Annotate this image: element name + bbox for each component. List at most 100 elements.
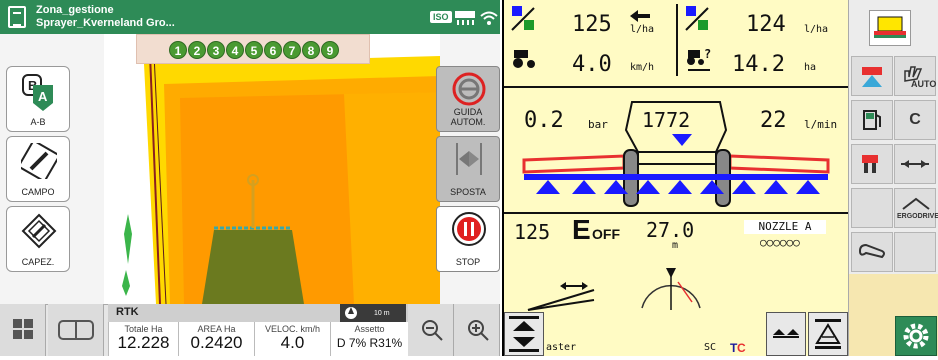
section-indicator[interactable]: 8 — [302, 41, 320, 59]
boom-settings-button[interactable] — [894, 144, 936, 184]
field-icon — [21, 143, 57, 179]
ergodrive-button[interactable]: ERGODRIVE — [894, 188, 938, 228]
section-indicator[interactable]: 6 — [264, 41, 282, 59]
grid-icon — [13, 319, 33, 339]
speed-unit: km/h — [630, 62, 655, 73]
boom-fold-button[interactable] — [766, 312, 806, 356]
shift-button[interactable]: SPOSTA — [436, 136, 500, 202]
rate-target-icon — [511, 6, 535, 31]
service-button[interactable] — [851, 232, 893, 272]
rate-actual-unit: l/ha — [804, 24, 829, 35]
area-ha-value: 0.2420 — [190, 333, 243, 352]
empty-softkey[interactable] — [894, 232, 936, 272]
tc-logo-icon: T C — [730, 341, 746, 354]
auto-steer-label: GUIDA AUTOM. — [450, 107, 486, 127]
tractor-icon — [862, 155, 878, 173]
settings-icon — [903, 323, 929, 349]
spray-pattern-button[interactable] — [808, 312, 848, 356]
area-ha-stat: AREA Ha 0.2420 — [178, 322, 254, 356]
shift-label: SPOSTA — [450, 187, 486, 197]
total-ha-stat: Totale Ha 12.228 — [108, 322, 178, 356]
boom-tilt-icon — [527, 282, 595, 311]
speed-display: 4.0 — [572, 52, 612, 77]
boom-icon — [901, 160, 929, 168]
scale-label: 10 m — [374, 310, 390, 317]
tractor-speed-icon — [513, 50, 535, 68]
wrench-icon — [858, 243, 885, 259]
section-indicator[interactable]: 5 — [245, 41, 263, 59]
speed-value: 4.0 — [280, 333, 305, 352]
tractor-button[interactable] — [851, 144, 893, 184]
cycle-button[interactable]: C — [894, 100, 936, 140]
svg-text:?: ? — [704, 47, 711, 61]
level-gauge-icon — [641, 268, 701, 310]
grid-view-button[interactable] — [0, 304, 46, 356]
fuel-button[interactable] — [851, 100, 893, 140]
rate-set-value: 125 — [514, 220, 551, 244]
height-unit: m — [672, 240, 679, 251]
split-view-icon — [58, 320, 94, 340]
rate-target-unit: l/ha — [630, 24, 655, 35]
area-display: 14.2 — [732, 52, 785, 77]
spray-auto-icon — [862, 67, 882, 87]
steering-wheel-icon — [452, 72, 486, 106]
iso-badge: ISO — [430, 11, 452, 23]
top-bar: Zona_gestione Sprayer_Kverneland Gro... … — [0, 0, 500, 34]
field-map[interactable] — [104, 34, 440, 304]
section-indicator[interactable]: 7 — [283, 41, 301, 59]
status-code: SC — [704, 342, 717, 353]
rate-actual-icon — [685, 6, 709, 31]
field-label: CAMPO — [21, 187, 55, 197]
svg-text:A: A — [38, 89, 48, 104]
scroll-control[interactable] — [504, 312, 544, 356]
sprayer-implement-icon — [874, 16, 906, 38]
rtk-status: RTK — [116, 306, 139, 318]
auto-steer-button[interactable]: GUIDA AUTOM. — [436, 66, 500, 132]
implement-selector[interactable] — [869, 10, 911, 46]
area-counter-icon: ? — [687, 47, 711, 71]
section-indicator[interactable]: 1 — [169, 41, 187, 59]
divider — [504, 86, 848, 88]
section-indicator[interactable]: 3 — [207, 41, 225, 59]
up-down-arrows-icon — [509, 316, 539, 352]
area-unit: ha — [804, 62, 817, 73]
divider — [676, 4, 678, 76]
document-icon[interactable] — [8, 6, 26, 28]
headland-icon — [21, 213, 57, 249]
zone-title: Zona_gestione — [36, 4, 114, 16]
mode-state: OFF — [592, 226, 620, 242]
status-line: aster — [546, 342, 577, 353]
auto-section-button[interactable] — [851, 56, 893, 96]
ergodrive-icon — [902, 197, 930, 210]
ab-line-label: A-B — [30, 117, 46, 127]
headland-button[interactable]: CAPEZ. — [6, 206, 70, 272]
nozzle-dots: ○○○○○○ — [760, 236, 800, 249]
split-view-button[interactable] — [48, 304, 104, 356]
fuel-icon — [863, 110, 881, 130]
section-indicator[interactable]: 4 — [226, 41, 244, 59]
mode-letter: E — [572, 214, 591, 245]
nozzle-label[interactable]: NOZZLE A — [744, 220, 826, 234]
stop-button[interactable]: STOP — [436, 206, 500, 272]
divider — [504, 212, 848, 214]
zoom-in-button[interactable] — [454, 304, 500, 356]
zoom-out-button[interactable] — [408, 304, 454, 356]
auto-mode-button[interactable]: AUTO — [894, 56, 936, 96]
section-indicator[interactable]: 9 — [321, 41, 339, 59]
soft-key-sidebar: AUTO C ERGODRIVE — [848, 0, 938, 356]
empty-softkey[interactable] — [851, 188, 893, 228]
ergodrive-label: ERGODRIVE — [897, 213, 938, 220]
section-indicator[interactable]: 2 — [188, 41, 206, 59]
height-value: 27.0 — [646, 218, 695, 242]
guidance-panel: Zona_gestione Sprayer_Kverneland Gro... … — [0, 0, 500, 356]
rtk-bar: RTK 10 m — [108, 304, 408, 322]
field-button[interactable]: CAMPO — [6, 136, 70, 202]
svg-text:C: C — [737, 341, 746, 354]
zoom-in-icon — [468, 320, 489, 341]
headland-label: CAPEZ. — [21, 257, 55, 267]
attitude-stat: Assetto D 7% R31% — [330, 322, 408, 356]
settings-button[interactable] — [895, 316, 937, 356]
ab-line-button[interactable]: B A A-B — [6, 66, 70, 132]
rate-actual-value: 124 — [746, 12, 786, 37]
zoom-out-icon — [422, 320, 443, 341]
